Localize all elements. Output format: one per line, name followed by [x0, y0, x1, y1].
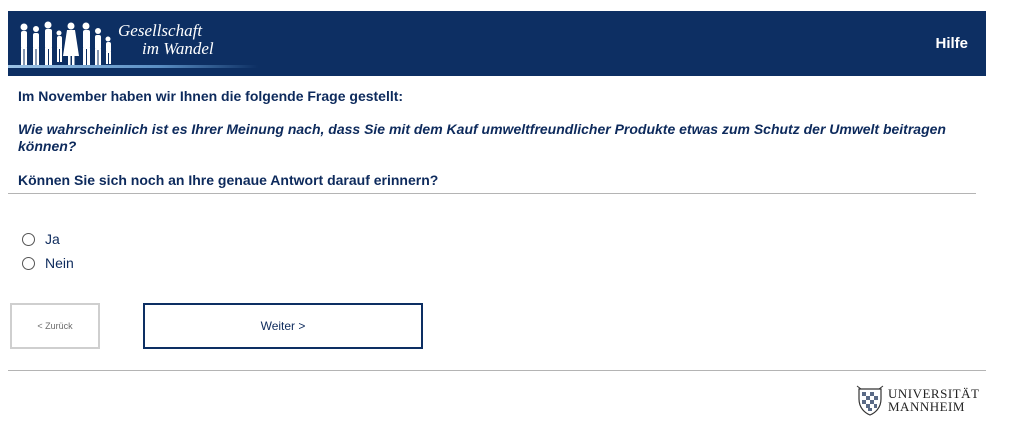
followup-question: Können Sie sich noch an Ihre genaue Antw… [18, 172, 439, 188]
option-ja[interactable]: Ja [22, 231, 60, 247]
university-seal-icon [856, 385, 884, 416]
brand-line1: Gesellschaft [118, 21, 203, 40]
intro-text: Im November haben wir Ihnen die folgende… [18, 88, 404, 104]
header-banner: Gesellschaft im Wandel Hilfe [8, 11, 986, 76]
people-silhouette-logo [20, 21, 111, 67]
university-name-line2: MANNHEIM [888, 399, 965, 414]
radio-nein[interactable] [22, 256, 35, 270]
radio-ja[interactable] [22, 232, 35, 246]
help-link[interactable]: Hilfe [935, 35, 968, 52]
option-nein[interactable]: Nein [22, 255, 74, 271]
option-nein-label: Nein [45, 255, 74, 271]
question-text: Wie wahrscheinlich ist es Ihrer Meinung … [18, 121, 946, 154]
university-logo: UNIVERSITÄT MANNHEIM [855, 383, 979, 417]
university-name: UNIVERSITÄT MANNHEIM [888, 387, 979, 413]
option-ja-label: Ja [45, 231, 60, 247]
divider [8, 193, 976, 194]
brand-title: Gesellschaft im Wandel [118, 22, 214, 58]
brand-line2: im Wandel [142, 39, 214, 58]
banner-stripe [8, 65, 258, 68]
footer-divider [8, 370, 986, 371]
next-button[interactable]: Weiter > [143, 303, 423, 349]
back-button[interactable]: < Zurück [10, 303, 100, 349]
